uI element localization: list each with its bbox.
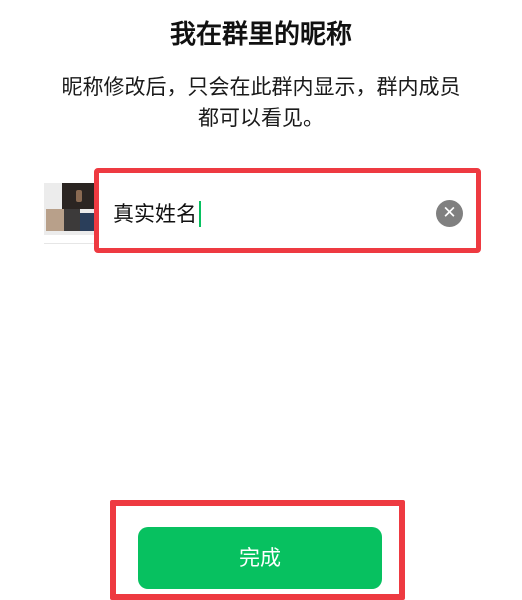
description-line-2: 都可以看见。 xyxy=(198,106,324,130)
nickname-highlight-frame: 真实姓名 ✕ xyxy=(94,168,481,253)
text-caret xyxy=(199,201,201,227)
group-avatar xyxy=(44,183,96,235)
description-line-1: 昵称修改后，只会在此群内显示，群内成员 xyxy=(61,75,461,99)
avatar-tile xyxy=(46,209,64,231)
page-description: 昵称修改后，只会在此群内显示，群内成员 都可以看见。 xyxy=(40,72,482,134)
clear-icon[interactable]: ✕ xyxy=(436,200,463,227)
avatar-tile xyxy=(62,183,96,209)
avatar-tile xyxy=(64,209,80,231)
nickname-input[interactable]: 真实姓名 xyxy=(113,198,413,230)
done-button[interactable]: 完成 xyxy=(138,527,382,589)
page-title: 我在群里的昵称 xyxy=(169,20,352,50)
nickname-value: 真实姓名 xyxy=(113,202,197,226)
